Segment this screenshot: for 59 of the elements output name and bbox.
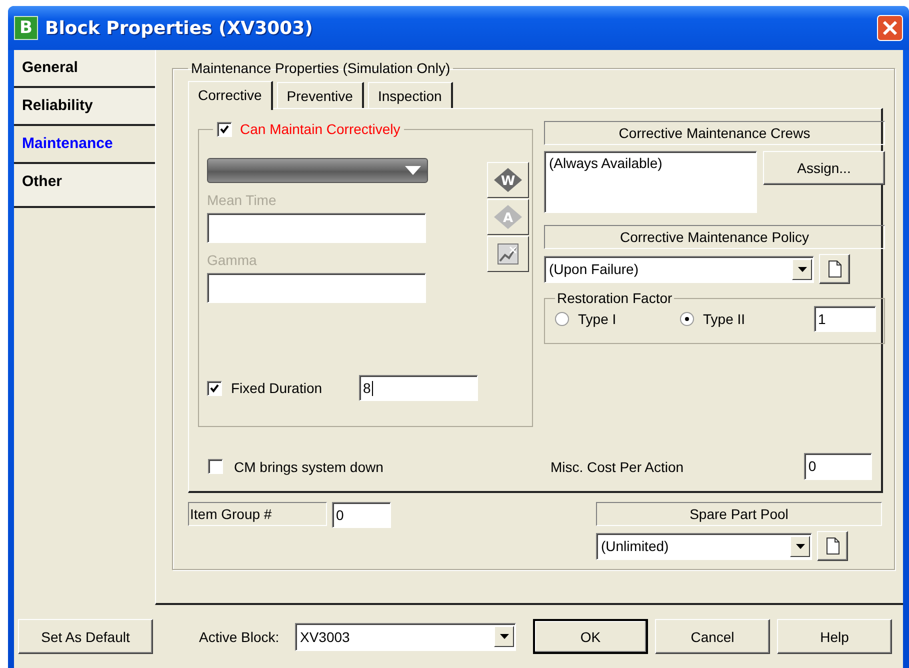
- diamond-icon[interactable]: W: [493, 167, 523, 193]
- radio-button[interactable]: [555, 312, 569, 326]
- radio-button[interactable]: [680, 312, 694, 326]
- set-default-button[interactable]: Set As Default: [18, 619, 153, 654]
- dropdown-button[interactable]: [792, 258, 812, 280]
- input-field[interactable]: 0: [332, 502, 391, 528]
- dropdown-button[interactable]: [494, 626, 514, 647]
- tab[interactable]: Inspection: [368, 82, 453, 108]
- close-icon[interactable]: [877, 15, 903, 41]
- group-title: Maintenance Properties (Simulation Only): [190, 60, 452, 76]
- input-field[interactable]: [207, 213, 426, 243]
- list-box[interactable]: (Always Available): [544, 151, 757, 213]
- document-icon: [826, 537, 840, 555]
- checkbox[interactable]: [217, 122, 232, 136]
- section-header: Corrective Maintenance Crews: [544, 121, 885, 145]
- input-field[interactable]: 8: [359, 375, 478, 401]
- group-title: Restoration Factor: [556, 290, 674, 306]
- sidebar-item[interactable]: Other: [14, 164, 155, 208]
- field-label: Active Block:: [199, 628, 280, 644]
- caret-icon: [405, 166, 421, 175]
- caret-icon: [798, 266, 806, 272]
- sidebar-item[interactable]: General: [14, 50, 155, 88]
- dialog-button[interactable]: Cancel: [655, 619, 770, 654]
- input-field[interactable]: 1: [814, 306, 876, 332]
- field-label: Mean Time: [207, 192, 278, 210]
- tab[interactable]: Preventive: [276, 82, 364, 108]
- input-field[interactable]: 0: [804, 453, 872, 480]
- checkbox[interactable]: [207, 380, 222, 396]
- app-logo: B: [14, 16, 38, 40]
- caret-icon: [500, 634, 508, 639]
- dropdown[interactable]: [207, 158, 428, 183]
- field-label: Gamma: [207, 252, 258, 270]
- caret-icon: [796, 544, 804, 548]
- radio-label: Type II: [703, 311, 746, 327]
- field-label: Misc. Cost Per Action: [550, 458, 685, 474]
- chart-icon[interactable]: [497, 243, 519, 265]
- dialog-button[interactable]: Help: [777, 619, 892, 654]
- sidebar-item[interactable]: Reliability: [14, 88, 155, 126]
- policy-dropdown[interactable]: (Upon Failure): [544, 256, 814, 282]
- dropdown-button[interactable]: [790, 536, 810, 556]
- window-title: Block Properties (XV3003): [45, 18, 314, 38]
- checkbox-label: CM brings system down: [234, 458, 384, 474]
- field-label: Item Group #: [188, 502, 327, 526]
- active-block-dropdown[interactable]: XV3003: [295, 622, 516, 650]
- checkbox-label: Can Maintain Correctively: [240, 121, 400, 137]
- spare-pool-dropdown[interactable]: (Unlimited): [596, 532, 812, 560]
- checkbox-label: Fixed Duration: [231, 380, 324, 396]
- list-item[interactable]: (Always Available): [549, 155, 752, 171]
- tab[interactable]: Corrective: [188, 81, 273, 110]
- new-document-button[interactable]: [817, 531, 848, 561]
- section-header: Spare Part Pool: [596, 502, 882, 526]
- document-icon: [828, 260, 842, 278]
- input-field[interactable]: [207, 273, 426, 303]
- checkbox[interactable]: [208, 459, 223, 474]
- new-document-button[interactable]: [819, 254, 850, 284]
- assign-button[interactable]: Assign...: [763, 151, 885, 185]
- section-header: Corrective Maintenance Policy: [544, 225, 885, 249]
- dialog-button[interactable]: OK: [533, 619, 648, 654]
- radio-label: Type I: [578, 311, 616, 327]
